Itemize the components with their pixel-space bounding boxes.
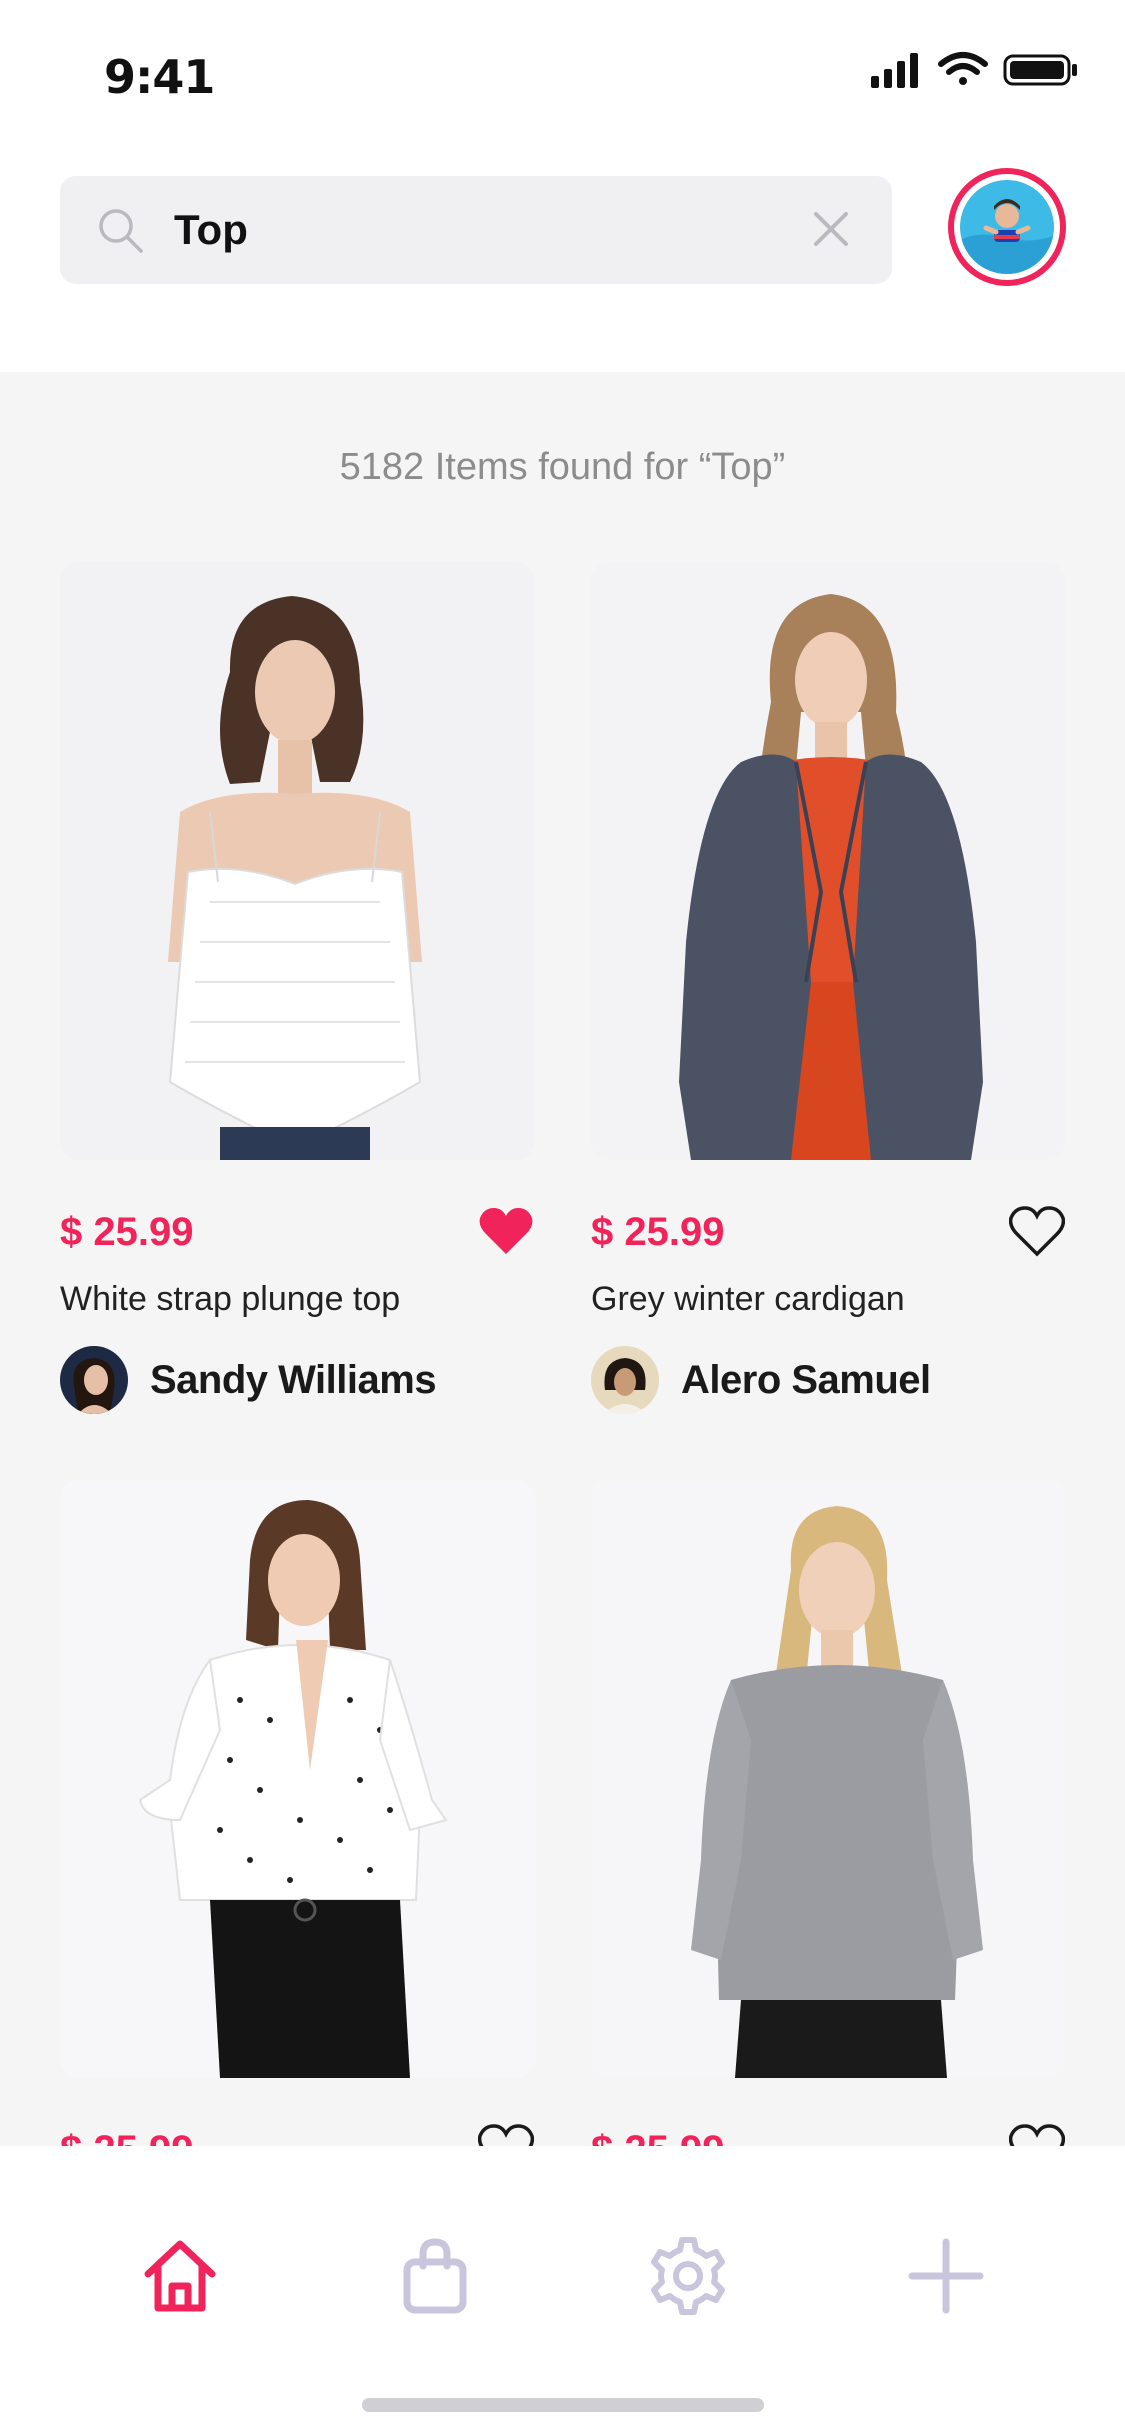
seller-info[interactable]: Sandy Williams [60,1346,437,1414]
product-price: $ 25.99 [591,1210,725,1254]
product-image[interactable] [60,562,534,1160]
results-count: 5182 Items found for “Top” [339,446,786,488]
search-bar[interactable]: Top [60,176,892,284]
profile-avatar[interactable] [948,168,1066,286]
add-icon[interactable] [906,2236,986,2316]
product-card[interactable]: $ 25.99 Grey winter cardigan Alero Samue… [591,562,1065,1422]
status-time: 9:41 [104,50,215,104]
product-card[interactable]: $ 25.99 [591,1480,1065,2200]
product-image[interactable] [591,1480,1065,2078]
seller-name[interactable]: Alero Samuel [681,1358,931,1403]
home-indicator[interactable] [362,2398,764,2412]
product-card[interactable]: $ 25.99 White strap plunge top Sandy Wil… [60,562,534,1422]
seller-info[interactable]: Alero Samuel [591,1346,931,1414]
close-icon[interactable] [810,208,852,250]
product-image[interactable] [591,562,1065,1160]
search-input[interactable]: Top [174,202,248,258]
search-icon [99,209,143,253]
settings-icon[interactable] [648,2236,728,2316]
seller-avatar[interactable] [591,1346,659,1414]
product-title[interactable]: White strap plunge top [60,1280,400,1319]
product-card[interactable]: $ 25.99 [60,1480,534,2200]
signal-icon [871,53,918,88]
heart-outline-icon[interactable] [1009,1206,1065,1258]
battery-icon [1003,54,1077,86]
seller-name[interactable]: Sandy Williams [150,1358,437,1403]
shopping-bag-icon[interactable] [395,2236,475,2316]
bottom-nav [0,2146,1125,2436]
avatar-image [960,180,1054,274]
wifi-icon [938,52,988,85]
header: 9:41 Top [0,0,1125,372]
home-icon[interactable] [140,2236,220,2316]
product-price: $ 25.99 [60,1210,194,1254]
status-icons [871,52,1077,88]
product-title[interactable]: Grey winter cardigan [591,1280,905,1319]
seller-avatar[interactable] [60,1346,128,1414]
product-image[interactable] [60,1480,534,2078]
heart-filled-icon[interactable] [478,1206,534,1258]
